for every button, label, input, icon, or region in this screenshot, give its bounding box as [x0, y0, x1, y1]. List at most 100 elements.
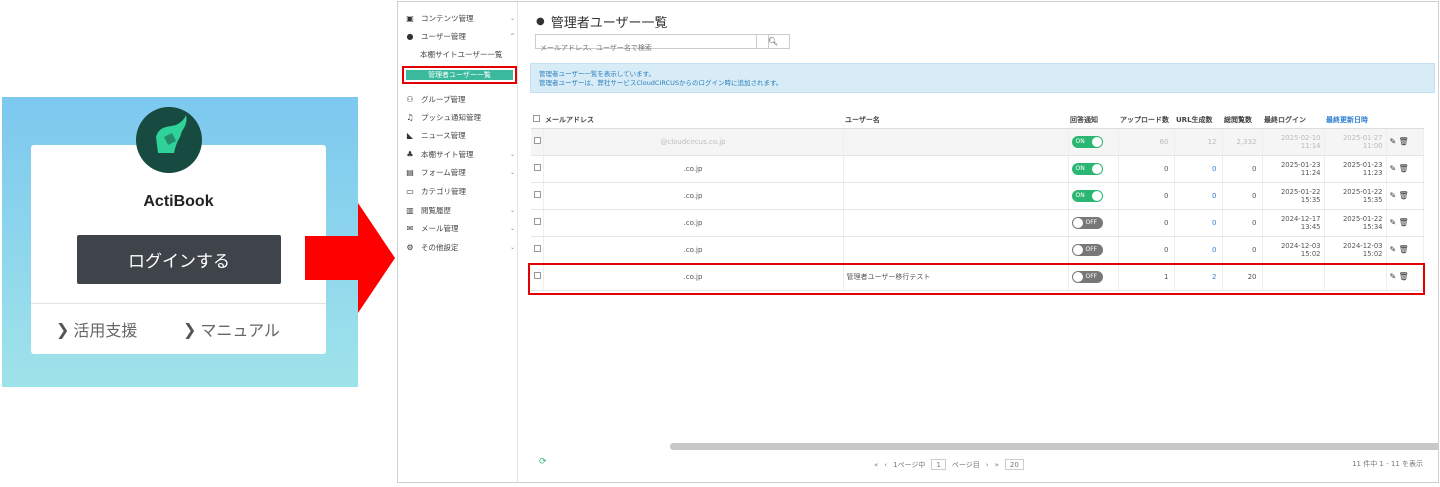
- sidebar-item-mail[interactable]: ✉ メール管理 ⌄: [404, 220, 515, 236]
- cell-updated: 2024-12-03 15:02: [1324, 236, 1387, 264]
- toggle-switch[interactable]: ON: [1071, 162, 1103, 175]
- cell-views: 0: [1222, 182, 1263, 210]
- refresh-icon[interactable]: ⟳: [539, 457, 547, 467]
- search-input[interactable]: [536, 41, 746, 55]
- sidebar-item-groups[interactable]: ⚇ グループ管理: [404, 91, 465, 107]
- column-username[interactable]: ユーザー名: [843, 112, 1068, 129]
- sidebar-item-forms[interactable]: ▤ フォーム管理 ⌄: [404, 164, 515, 180]
- row-checkbox[interactable]: [531, 128, 544, 156]
- chevron-right-icon: ❯: [56, 319, 70, 339]
- login-button[interactable]: ログインする: [77, 235, 281, 284]
- sidebar-item-label: フォーム管理: [421, 167, 466, 177]
- column-email[interactable]: メールアドレス: [543, 112, 843, 129]
- sidebar-item-shelf-site[interactable]: ♣ 本棚サイト管理 ⌄: [404, 146, 515, 162]
- cell-username: [843, 209, 1069, 237]
- toggle-switch[interactable]: OFF: [1071, 216, 1103, 229]
- sidebar-item-news[interactable]: ◣ ニュース管理: [404, 127, 466, 143]
- table-row[interactable]: .co.jp OFF 0 0 0 2024-12-17 13:45 2025-01-22 15:…: [531, 209, 1424, 237]
- page-number-input[interactable]: 1: [931, 459, 946, 470]
- time: 15:35: [1300, 195, 1321, 204]
- cell-email: @cloudcircus.co.jp: [543, 128, 844, 156]
- cell-urls[interactable]: 0: [1174, 209, 1223, 237]
- last-page-icon[interactable]: »: [995, 461, 999, 469]
- edit-icon[interactable]: ✎: [1390, 191, 1397, 200]
- goat-logo-icon: [136, 107, 202, 173]
- row-checkbox[interactable]: [531, 209, 544, 237]
- edit-icon[interactable]: ✎: [1390, 164, 1397, 173]
- sidebar-item-label: プッシュ通知管理: [421, 112, 481, 122]
- row-checkbox[interactable]: [531, 155, 544, 183]
- user-icon: ●: [536, 16, 545, 27]
- notify-toggle[interactable]: OFF: [1068, 236, 1119, 264]
- cell-urls[interactable]: 0: [1174, 182, 1223, 210]
- time: 15:35: [1362, 195, 1383, 204]
- search-icon: 🔍︎: [767, 37, 779, 46]
- sidebar-item-contents[interactable]: ▣ コンテンツ管理 ⌄: [404, 10, 515, 26]
- cell-urls[interactable]: 0: [1174, 236, 1223, 264]
- search-box: [535, 34, 769, 55]
- time: 11:23: [1362, 168, 1383, 177]
- prev-page-icon[interactable]: ‹: [884, 461, 887, 469]
- trash-icon[interactable]: 🗑︎: [1398, 191, 1408, 200]
- column-notify[interactable]: 回答通知: [1068, 112, 1118, 129]
- cell-updated: 2025-01-27 11:00: [1324, 128, 1387, 156]
- column-views[interactable]: 総閲覧数: [1222, 112, 1262, 129]
- trash-icon[interactable]: 🗑︎: [1398, 137, 1408, 146]
- next-page-icon[interactable]: ›: [986, 461, 989, 469]
- trash-icon[interactable]: 🗑︎: [1398, 164, 1408, 173]
- first-page-icon[interactable]: «: [874, 461, 878, 469]
- column-updated[interactable]: 最終更新日時: [1324, 112, 1386, 129]
- sidebar-item-shelf-users[interactable]: 本棚サイトユーザー一覧: [420, 46, 502, 62]
- edit-icon[interactable]: ✎: [1390, 137, 1397, 146]
- cell-updated: 2025-01-22 15:34: [1324, 209, 1387, 237]
- sidebar-item-admin-users[interactable]: 管理者ユーザー一覧: [402, 66, 517, 84]
- edit-icon[interactable]: ✎: [1390, 218, 1397, 227]
- sidebar-item-label: メール管理: [421, 223, 459, 233]
- date: 2025-01-22: [1342, 187, 1383, 196]
- trash-icon[interactable]: 🗑︎: [1398, 218, 1408, 227]
- highlighted-row-frame: [528, 263, 1425, 295]
- chevron-down-icon: ⌄: [510, 206, 516, 214]
- row-checkbox[interactable]: [531, 182, 544, 210]
- main-content: ● 管理者ユーザー一覧 🔍︎ 管理者ユーザー一覧を表示しています。 管理者ユーザ…: [530, 2, 1438, 482]
- table-row[interactable]: @cloudcircus.co.jp ON 60 12 2,332 2025-02-10 1…: [531, 128, 1424, 156]
- table-row[interactable]: .co.jp ON 0 0 0 2025-01-22 15:35 2025-01-22 15:3…: [531, 182, 1424, 210]
- manual-link-label: マニュアル: [200, 321, 280, 340]
- cell-actions: ✎ 🗑︎: [1386, 236, 1424, 264]
- cell-urls[interactable]: 0: [1174, 155, 1223, 183]
- cell-email: .co.jp: [543, 182, 844, 210]
- sidebar-item-categories[interactable]: ▭ カテゴリ管理: [404, 183, 466, 199]
- notify-toggle[interactable]: ON: [1068, 182, 1119, 210]
- edit-icon[interactable]: ✎: [1390, 245, 1397, 254]
- horizontal-scrollbar[interactable]: [670, 443, 1438, 450]
- select-all-checkbox[interactable]: [531, 112, 543, 129]
- sidebar-item-history[interactable]: ▥ 閲覧履歴 ⌄: [404, 202, 515, 218]
- sidebar-item-settings[interactable]: ⚙ その他設定 ⌄: [404, 239, 515, 255]
- cell-uploads: 0: [1118, 182, 1175, 210]
- toggle-switch[interactable]: OFF: [1071, 243, 1103, 256]
- row-checkbox[interactable]: [531, 236, 544, 264]
- manual-link[interactable]: ❯ マニュアル: [183, 317, 280, 341]
- rss-icon: ◣: [406, 130, 414, 140]
- table-row[interactable]: .co.jp ON 0 0 0 2025-01-23 11:24 2025-01-23 11:2…: [531, 155, 1424, 183]
- notify-toggle[interactable]: OFF: [1068, 209, 1119, 237]
- column-uploads[interactable]: アップロード数: [1118, 112, 1174, 129]
- cell-urls[interactable]: 12: [1174, 128, 1223, 156]
- support-link[interactable]: ❯ 活用支援: [56, 317, 137, 341]
- search-button[interactable]: 🔍︎: [756, 34, 790, 49]
- time: 15:02: [1300, 249, 1321, 258]
- per-page-select[interactable]: 20: [1004, 459, 1024, 470]
- cell-actions: ✎ 🗑︎: [1386, 128, 1424, 156]
- trash-icon[interactable]: 🗑︎: [1398, 245, 1408, 254]
- notify-toggle[interactable]: ON: [1068, 155, 1119, 183]
- table-row[interactable]: .co.jp OFF 0 0 0 2024-12-03 15:02 2024-12-03 15:…: [531, 236, 1424, 264]
- cell-last-login: 2025-01-23 11:24: [1262, 155, 1325, 183]
- sidebar-item-push[interactable]: ♫ プッシュ通知管理: [404, 109, 481, 125]
- toggle-switch[interactable]: ON: [1071, 189, 1103, 202]
- column-last-login[interactable]: 最終ログイン: [1262, 112, 1324, 129]
- sidebar-item-users[interactable]: ● ユーザー管理 ^: [404, 28, 516, 44]
- login-card: ActiBook ログインする ❯ 活用支援 ❯ マニュアル: [31, 145, 326, 354]
- toggle-switch[interactable]: ON: [1071, 135, 1103, 148]
- column-urls[interactable]: URL生成数: [1174, 112, 1222, 129]
- notify-toggle[interactable]: ON: [1068, 128, 1119, 156]
